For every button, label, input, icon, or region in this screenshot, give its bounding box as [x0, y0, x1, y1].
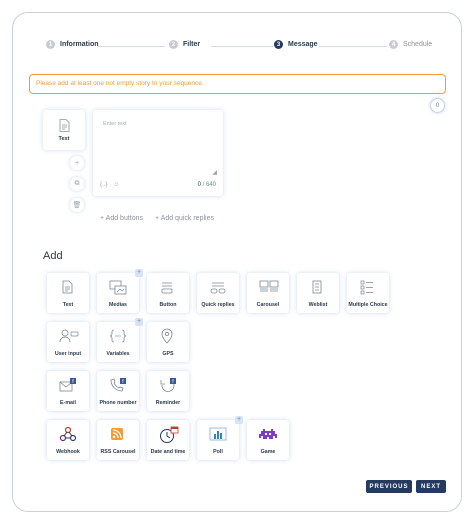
- plus-icon[interactable]: +: [235, 416, 243, 424]
- warning-alert: Please add at least one not empty story …: [29, 74, 446, 94]
- add-rss-carousel-tile[interactable]: RSS Carousel: [97, 420, 139, 460]
- next-button[interactable]: NEXT: [416, 480, 446, 493]
- tile-label: E-mail: [60, 400, 76, 406]
- plus-icon: +: [155, 215, 160, 222]
- poll-icon: [209, 427, 227, 441]
- step-number: 4: [389, 40, 398, 49]
- tile-label: User input: [54, 351, 82, 357]
- step-connector: [319, 46, 387, 47]
- rss-icon: [111, 428, 123, 440]
- tile-label: Carousel: [256, 302, 280, 308]
- step-label: Information: [60, 41, 99, 48]
- tile-label: Phone number: [99, 400, 137, 406]
- step-label: Message: [288, 41, 318, 48]
- step-label: Schedule: [403, 41, 433, 48]
- emoji-icon[interactable]: ☺: [113, 182, 119, 188]
- add-buttons-label: Add buttons: [105, 215, 144, 222]
- add-variables-tile[interactable]: + Variables: [97, 318, 143, 362]
- add-quick-replies-label: Add quick replies: [160, 215, 214, 222]
- tile-label: Poll: [213, 449, 223, 455]
- add-user-input-tile[interactable]: User input: [47, 322, 89, 362]
- step-connector: [211, 46, 273, 47]
- step-number: 3: [274, 40, 283, 49]
- tile-label: Weblist: [308, 302, 328, 308]
- add-gps-tile[interactable]: GPS: [147, 322, 189, 362]
- tile-label: Medias: [109, 302, 127, 308]
- variables-insert-button[interactable]: {..}: [100, 182, 107, 188]
- step-message[interactable]: 3 Message: [274, 40, 318, 49]
- step-number: 1: [46, 40, 55, 49]
- delete-story-icon[interactable]: 🗑: [70, 198, 84, 212]
- location-pin-icon: [161, 328, 173, 344]
- step-schedule[interactable]: 4 Schedule: [389, 40, 432, 49]
- add-section-title: Add: [43, 250, 63, 262]
- tile-label: Multiple Choice: [348, 302, 388, 308]
- add-story-icon[interactable]: +: [70, 156, 84, 170]
- quick-replies-icon: [210, 282, 226, 294]
- tile-label: Webhook: [56, 449, 80, 455]
- duplicate-story-icon[interactable]: ⧉: [70, 177, 84, 191]
- story-counter-badge[interactable]: 0: [430, 98, 445, 113]
- document-icon: [62, 280, 73, 294]
- add-game-tile[interactable]: Game: [247, 420, 289, 460]
- add-poll-tile[interactable]: + Poll: [197, 416, 243, 460]
- add-carousel-tile[interactable]: Carousel: [247, 273, 289, 313]
- tile-label: RSS Carousel: [100, 449, 136, 455]
- document-icon: [59, 118, 69, 132]
- char-count-max: / 640: [202, 182, 216, 188]
- variables-icon: [109, 329, 127, 343]
- step-filter[interactable]: 2 Filter: [169, 40, 200, 49]
- tile-label: Text: [62, 302, 74, 308]
- add-text-tile[interactable]: Text: [47, 273, 89, 313]
- tile-label: Variables: [106, 351, 130, 357]
- tile-label: Quick replies: [201, 302, 235, 308]
- add-quick-replies-tile[interactable]: Quick replies: [197, 273, 239, 313]
- add-webhook-tile[interactable]: Webhook: [47, 420, 89, 460]
- email-icon: f: [59, 378, 76, 392]
- user-input-icon: [59, 329, 79, 343]
- resize-handle-icon[interactable]: ◢: [212, 169, 217, 176]
- plus-icon: +: [100, 215, 105, 222]
- reminder-icon: f: [160, 378, 176, 392]
- media-icon: [109, 280, 127, 295]
- step-label: Filter: [183, 41, 201, 48]
- char-counter: 0 / 640: [198, 182, 216, 188]
- previous-button[interactable]: PREVIOUS: [366, 480, 412, 493]
- story-text-editor[interactable]: Enter text ◢ {..} ☺ 0 / 640: [93, 110, 223, 196]
- story-card-label: Text: [58, 135, 70, 142]
- game-icon: [259, 429, 277, 439]
- phone-icon: f: [110, 378, 126, 392]
- add-quick-replies-link[interactable]: + Add quick replies: [155, 215, 214, 222]
- weblist-icon: [312, 280, 322, 294]
- carousel-icon: [259, 280, 279, 292]
- tile-label: Date and time: [150, 449, 186, 455]
- editor-placeholder: Enter text: [103, 121, 127, 127]
- step-connector: [98, 46, 165, 47]
- tile-label: Reminder: [155, 400, 181, 406]
- stepper: 1 Information 2 Filter 3 Message 4 Sched…: [46, 40, 438, 54]
- add-medias-tile[interactable]: + Medias: [97, 269, 143, 313]
- button-icon: [161, 282, 173, 294]
- char-count-current: 0: [197, 182, 201, 188]
- tile-label: Game: [260, 449, 276, 455]
- date-time-icon: [160, 426, 179, 443]
- add-buttons-link[interactable]: + Add buttons: [100, 215, 143, 222]
- add-date-time-tile[interactable]: Date and time: [147, 420, 189, 460]
- add-email-tile[interactable]: f E-mail: [47, 371, 89, 411]
- add-multiple-choice-tile[interactable]: Multiple Choice: [347, 273, 389, 313]
- webhook-icon: [59, 426, 77, 442]
- plus-icon[interactable]: +: [135, 269, 143, 277]
- multiple-choice-icon: [360, 280, 373, 295]
- add-button-tile[interactable]: Button: [147, 273, 189, 313]
- tile-label: Button: [159, 302, 177, 308]
- tile-label: GPS: [162, 351, 174, 357]
- add-weblist-tile[interactable]: Weblist: [297, 273, 339, 313]
- plus-icon[interactable]: +: [135, 318, 143, 326]
- story-text-card[interactable]: Text: [43, 110, 85, 150]
- step-information[interactable]: 1 Information: [46, 40, 99, 49]
- step-number: 2: [169, 40, 178, 49]
- add-reminder-tile[interactable]: f Reminder: [147, 371, 189, 411]
- add-phone-number-tile[interactable]: f Phone number: [97, 371, 139, 411]
